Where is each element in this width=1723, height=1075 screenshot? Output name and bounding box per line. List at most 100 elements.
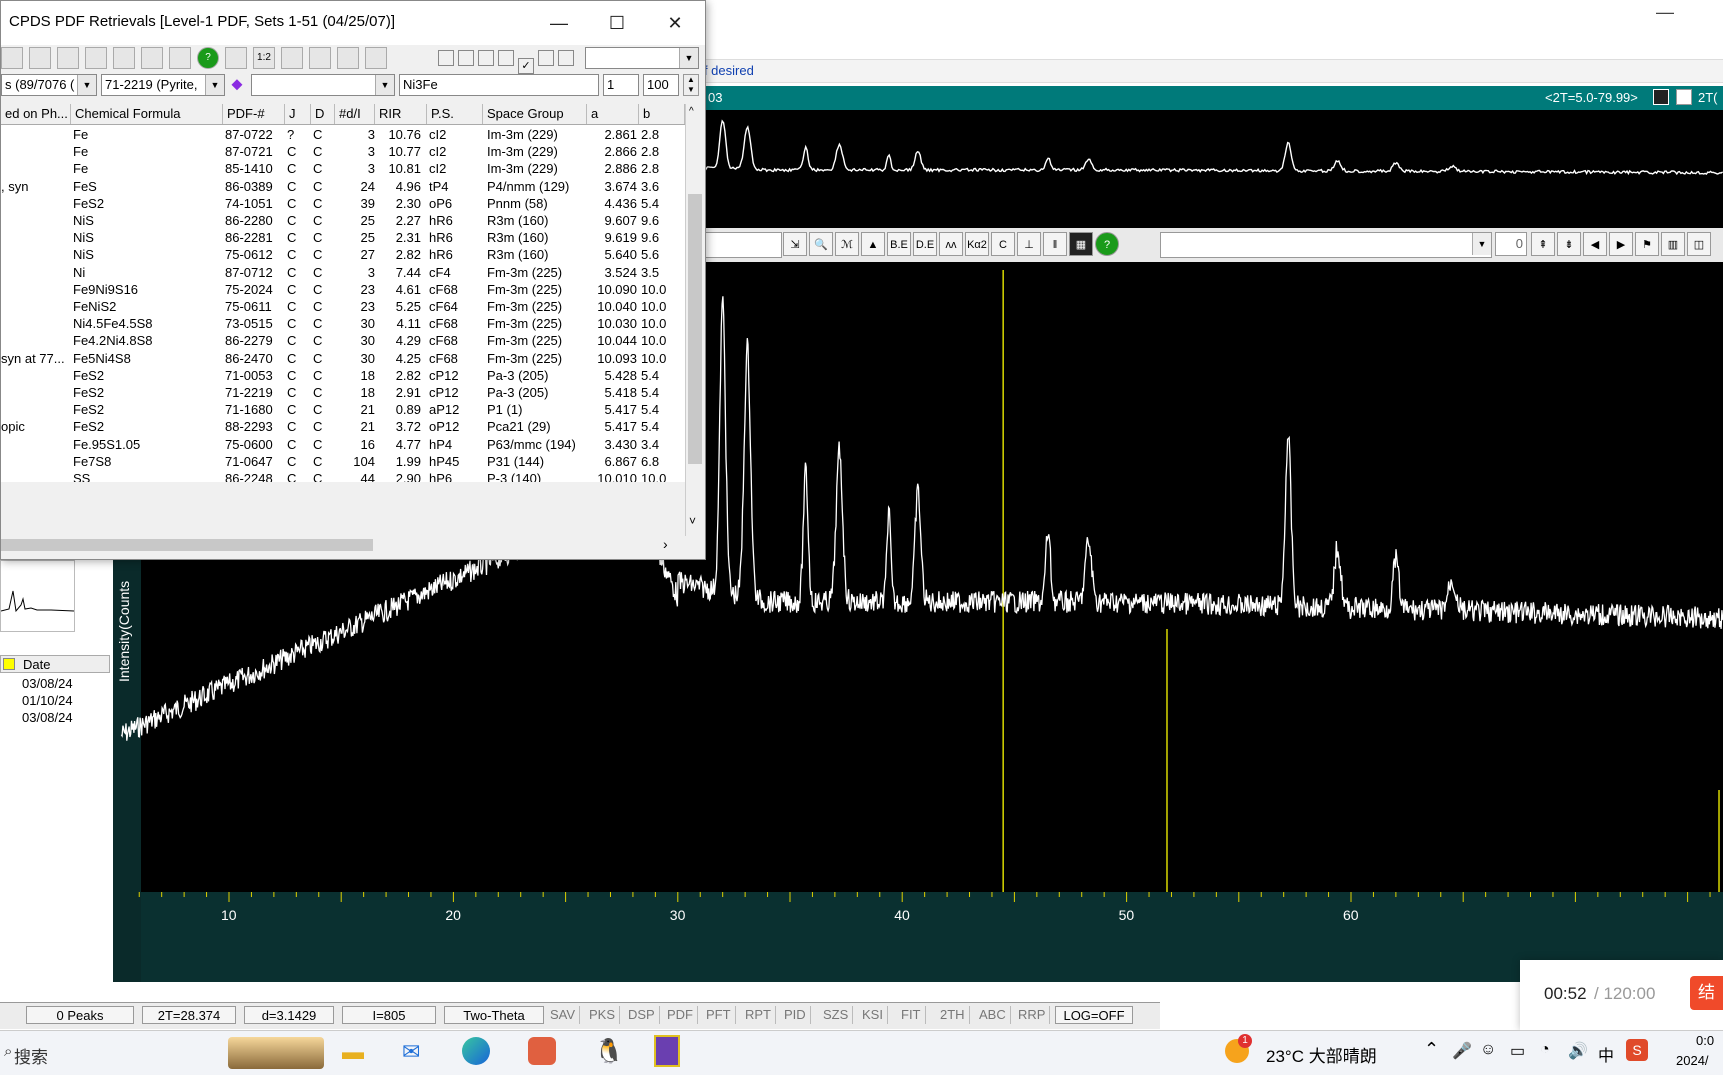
range-to-input[interactable]: 100 <box>643 74 679 96</box>
help-icon[interactable]: ? <box>1095 232 1119 256</box>
table-row[interactable]: Fe 87-0722? C 3 10.76 cI2 Im-3m (229) 2.861 2.8 <box>1 126 687 143</box>
column-header[interactable]: b <box>639 104 685 124</box>
chevron-down-icon[interactable]: ▼ <box>375 75 394 95</box>
status-pdf-button[interactable]: PDF <box>663 1006 698 1024</box>
open-icon[interactable] <box>169 47 191 69</box>
list-item[interactable]: 03/08/24 <box>22 675 73 692</box>
overview-plot[interactable] <box>679 110 1723 228</box>
chevron-down-icon[interactable]: ▼ <box>679 48 698 68</box>
be-button[interactable]: B.E <box>887 232 911 256</box>
status-rrp-button[interactable]: RRP <box>1014 1006 1051 1024</box>
table-row[interactable]: FeNiS2 75-0611 C C 23 5.25 cF64 Fm-3m (225) 10.0… <box>1 298 687 315</box>
main-minimize-button[interactable]: — <box>1656 0 1723 40</box>
grid-icon[interactable]: ▦ <box>1069 232 1093 256</box>
shift-right-icon[interactable]: ▶ <box>1609 232 1633 256</box>
status-szs-button[interactable]: SZS <box>819 1006 854 1024</box>
pattern-thumbnail[interactable] <box>0 560 75 632</box>
bars-icon[interactable]: ‖ <box>1043 232 1067 256</box>
status-pks-button[interactable]: PKS <box>585 1006 621 1024</box>
weather-text[interactable]: 23°C 大部晴朗 <box>1266 1042 1377 1067</box>
table-row[interactable]: NiS 75-0612 C C 27 2.82 hR6 R3m (160) 5.640 5.6 <box>1 246 687 263</box>
chevron-up-icon[interactable]: ⌃ <box>1424 1039 1439 1060</box>
phase-combo[interactable]: 71-2219 (Pyrite, ▼ <box>101 74 225 96</box>
column-header[interactable]: a <box>587 104 639 124</box>
table-row[interactable]: Fe4.2Ni4.8S8 86-2279 C C 30 4.29 cF68 Fm-3m (22… <box>1 332 687 349</box>
view-icon[interactable] <box>225 47 247 69</box>
help-icon[interactable]: ? <box>197 47 219 69</box>
horizontal-scrollbar[interactable]: › <box>1 536 687 554</box>
print-icon[interactable] <box>57 47 79 69</box>
list-item[interactable]: 03/08/24 <box>22 709 73 726</box>
column-header[interactable]: D <box>311 104 335 124</box>
select-tool-icon[interactable]: ⇲ <box>783 232 807 256</box>
arrows-icon[interactable] <box>365 47 387 69</box>
table-row[interactable]: Fe 87-0721 C C 3 10.77 cI2 Im-3m (229) 2.866 2.8 <box>1 143 687 160</box>
zoom-icon[interactable]: 🔍 <box>809 232 833 256</box>
recorder-icon[interactable] <box>528 1037 556 1065</box>
status-sav-button[interactable]: SAV <box>546 1006 581 1024</box>
ime-indicator[interactable]: 中 <box>1598 1042 1614 1066</box>
step-down-icon[interactable]: ⇟ <box>1557 232 1581 256</box>
qq-icon[interactable]: 🐧 <box>594 1037 624 1066</box>
shift-left-icon[interactable]: ◀ <box>1583 232 1607 256</box>
table-row[interactable]: NiS 86-2280 C C 25 2.27 hR6 R3m (160) 9.607 9.6 <box>1 212 687 229</box>
column-header[interactable]: RIR <box>375 104 427 124</box>
column-header[interactable]: J <box>285 104 311 124</box>
peak-find-icon[interactable]: ℳ <box>835 232 859 256</box>
toolbar-dropdown[interactable]: ▼ <box>585 47 699 69</box>
table-row[interactable]: syn at 77... Fe5Ni4S8 86-2470 C C 30 4.25 cF68 F… <box>1 350 687 367</box>
ratio-icon[interactable]: 1:2 <box>253 47 275 69</box>
table-row[interactable]: Ni 87-0712 C C 3 7.44 cF4 Fm-3m (225) 3.524 3.5 <box>1 264 687 281</box>
window-icon[interactable] <box>281 47 303 69</box>
close-button[interactable]: ✕ <box>655 9 695 37</box>
copy-icon[interactable] <box>113 47 135 69</box>
edge-icon[interactable] <box>462 1037 490 1065</box>
table-row[interactable]: NiS 86-2281 C C 25 2.31 hR6 R3m (160) 9.619 9.6 <box>1 229 687 246</box>
list-item[interactable]: 01/10/24 <box>22 692 73 709</box>
column-header[interactable]: PDF-# <box>223 104 285 124</box>
table-row[interactable]: Fe.95S1.05 75-0600 C C 16 4.77 hP4 P63/mmc (194… <box>1 436 687 453</box>
ka2-button[interactable]: Kα2 <box>965 232 989 256</box>
wifi-icon[interactable]: ◔ <box>1540 1041 1550 1059</box>
ruler-icon[interactable]: ⊥ <box>1017 232 1041 256</box>
table-row[interactable]: Fe 85-1410 C C 3 10.81 cI2 Im-3m (229) 2.886 2.8 <box>1 160 687 177</box>
table-row[interactable]: FeS2 71-0053 C C 18 2.82 cP12 Pa-3 (205) 5.428 5.… <box>1 367 687 384</box>
column-header[interactable]: Chemical Formula <box>71 104 223 124</box>
chevron-down-icon[interactable]: ▼ <box>77 75 96 95</box>
smooth-icon[interactable]: ʌʌ <box>939 232 963 256</box>
vertical-scroll-thumb[interactable] <box>688 194 702 464</box>
table-row[interactable]: Ni4.5Fe4.5S8 73-0515 C C 30 4.11 cF68 Fm-3m (22… <box>1 315 687 332</box>
column-header[interactable]: Space Group <box>483 104 587 124</box>
element-combo[interactable]: ▼ <box>251 74 395 96</box>
table-row[interactable]: , syn FeS 86-0389 C C 24 4.96 tP4 P4/nmm (129) 3.… <box>1 178 687 195</box>
scroll-right-icon[interactable]: › <box>663 536 668 552</box>
axis-mode[interactable]: Two-Theta <box>444 1006 544 1024</box>
formula-input[interactable]: Ni3Fe <box>399 74 599 96</box>
status-ksi-button[interactable]: KSI <box>858 1006 888 1024</box>
search-highlight-image[interactable] <box>228 1037 324 1069</box>
list-icon[interactable] <box>141 47 163 69</box>
overview-checkbox[interactable] <box>1676 89 1692 105</box>
sort-icon[interactable] <box>3 658 15 670</box>
minimize-button[interactable]: — <box>539 9 579 37</box>
hits-combo[interactable]: s (89/7076 (▼ <box>1 74 97 96</box>
sigma-icon[interactable] <box>1 47 23 69</box>
volume-icon[interactable]: 🔊 <box>1568 1041 1588 1061</box>
search-icon[interactable]: ⌕ <box>4 1043 12 1060</box>
fill-peak-icon[interactable]: ▲ <box>861 232 885 256</box>
color-icon[interactable] <box>309 47 331 69</box>
log-toggle[interactable]: LOG=OFF <box>1055 1006 1133 1024</box>
maximize-button[interactable]: ☐ <box>597 9 637 37</box>
chevron-down-icon[interactable]: ▼ <box>1472 233 1491 255</box>
scroll-up-icon[interactable]: ^ <box>689 106 694 117</box>
histogram-icon[interactable]: ▥ <box>1661 232 1685 256</box>
status-pid-button[interactable]: PID <box>780 1006 811 1024</box>
step-up-icon[interactable]: ⇞ <box>1531 232 1555 256</box>
table-row[interactable]: Fe7S8 71-0647 C C 104 1.99 hP45 P31 (144) 6.867 6… <box>1 453 687 470</box>
flag-icon[interactable]: ⚑ <box>1635 232 1659 256</box>
mail-icon[interactable]: ✉ <box>402 1039 420 1065</box>
column-header[interactable]: #d/I <box>335 104 375 124</box>
clock-time[interactable]: 0:0 <box>1696 1033 1714 1048</box>
more-icon[interactable]: ◫ <box>1687 232 1711 256</box>
table-row[interactable]: FeS2 71-1680 C C 21 0.89 aP12 P1 (1) 5.417 5.4 <box>1 401 687 418</box>
